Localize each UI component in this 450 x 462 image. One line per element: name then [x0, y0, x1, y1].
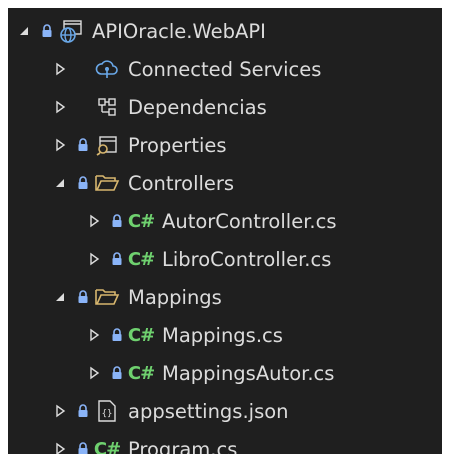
- tree-item-appsettings[interactable]: {} appsettings.json: [8, 392, 442, 430]
- folder-open-icon: [94, 171, 120, 195]
- tree-item-properties[interactable]: Properties: [8, 126, 442, 164]
- tree-item-project[interactable]: APIOracle.WebAPI: [8, 12, 442, 50]
- csharp-file-icon: C#: [127, 248, 155, 270]
- tree-item-label: Mappings.cs: [162, 323, 283, 347]
- tree-item-controllers-folder[interactable]: Controllers: [8, 164, 442, 202]
- tree-item-label: Mappings: [128, 285, 222, 309]
- tree-item-autor-controller[interactable]: C# AutorController.cs: [8, 202, 442, 240]
- tree-item-label: Controllers: [128, 171, 235, 195]
- lock-icon: [76, 440, 90, 454]
- csharp-file-icon: C#: [127, 324, 155, 346]
- tree-item-label: APIOracle.WebAPI: [92, 19, 266, 43]
- lock-icon: [76, 136, 90, 154]
- expanded-caret-icon[interactable]: [54, 289, 66, 305]
- tree-item-mappings-autor-cs[interactable]: C# MappingsAutor.cs: [8, 354, 442, 392]
- folder-open-icon: [94, 285, 120, 309]
- tree-item-dependencies[interactable]: Dependencias: [8, 88, 442, 126]
- expanded-caret-icon[interactable]: [18, 23, 30, 39]
- lock-icon: [76, 402, 90, 420]
- tree-item-label: AutorController.cs: [162, 209, 337, 233]
- tree-item-label: LibroController.cs: [162, 247, 332, 271]
- tree-item-label: Dependencias: [128, 95, 267, 119]
- collapsed-caret-icon[interactable]: [88, 251, 100, 267]
- collapsed-caret-icon[interactable]: [54, 61, 66, 77]
- collapsed-caret-icon[interactable]: [54, 403, 66, 419]
- tree-item-connected-services[interactable]: Connected Services: [8, 50, 442, 88]
- lock-icon: [110, 250, 124, 268]
- lock-icon: [40, 22, 54, 40]
- collapsed-caret-icon[interactable]: [88, 365, 100, 381]
- solution-explorer-tree: APIOracle.WebAPI Connected Services Depe…: [8, 8, 442, 454]
- collapsed-caret-icon[interactable]: [88, 327, 100, 343]
- csharp-file-icon: C#: [127, 210, 155, 232]
- tree-item-label: appsettings.json: [128, 399, 289, 423]
- web-project-icon: [58, 19, 84, 43]
- dependencies-icon: [94, 95, 120, 119]
- lock-icon: [76, 288, 90, 306]
- csharp-file-icon: C#: [127, 362, 155, 384]
- tree-item-label: MappingsAutor.cs: [162, 361, 335, 385]
- lock-icon: [76, 174, 90, 192]
- lock-icon: [110, 326, 124, 344]
- lock-icon: [110, 364, 124, 382]
- tree-item-mappings-folder[interactable]: Mappings: [8, 278, 442, 316]
- tree-item-label: Properties: [128, 133, 227, 157]
- tree-item-mappings-cs[interactable]: C# Mappings.cs: [8, 316, 442, 354]
- tree-item-program-cs[interactable]: C# Program.cs: [8, 430, 442, 454]
- collapsed-caret-icon[interactable]: [54, 441, 66, 454]
- svg-text:{}: {}: [102, 409, 113, 419]
- tree-item-label: Connected Services: [128, 57, 322, 81]
- collapsed-caret-icon[interactable]: [88, 213, 100, 229]
- collapsed-caret-icon[interactable]: [54, 99, 66, 115]
- connected-services-icon: [94, 57, 120, 81]
- json-file-icon: {}: [94, 399, 120, 423]
- lock-icon: [110, 212, 124, 230]
- expanded-caret-icon[interactable]: [54, 175, 66, 191]
- collapsed-caret-icon[interactable]: [54, 137, 66, 153]
- tree-item-libro-controller[interactable]: C# LibroController.cs: [8, 240, 442, 278]
- csharp-file-icon: C#: [93, 438, 121, 455]
- tree-item-label: Program.cs: [128, 437, 238, 455]
- properties-folder-icon: [94, 133, 120, 157]
